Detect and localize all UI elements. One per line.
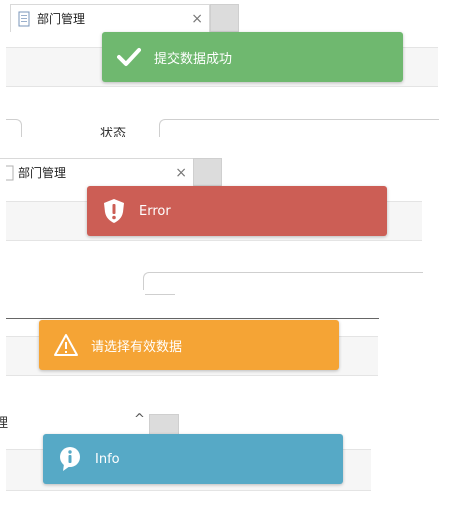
status-select[interactable]: [159, 119, 439, 137]
check-icon: [116, 44, 142, 70]
manage-label-fragment: 理: [0, 416, 9, 431]
toast-warning: 请选择有效数据: [39, 320, 339, 370]
tab-label: 部门管理: [37, 12, 86, 26]
toast-message: Info: [95, 451, 120, 467]
tab-department-management-2[interactable]: 部门管理 ×: [0, 158, 194, 186]
shield-exclamation-icon: [101, 198, 127, 224]
toast-success: 提交数据成功: [102, 32, 403, 82]
tab-label: 部门管理: [18, 166, 67, 180]
tab-scroll-button[interactable]: [149, 414, 179, 434]
input-field[interactable]: [143, 272, 423, 290]
caret-icon: ^: [134, 412, 145, 427]
divider: [145, 294, 175, 295]
warning-triangle-icon: [53, 332, 79, 358]
tab-close-icon[interactable]: ×: [191, 11, 203, 27]
toast-message: 请选择有效数据: [91, 339, 183, 355]
divider: [6, 318, 379, 319]
info-speech-icon: [57, 446, 83, 472]
document-icon: [6, 165, 14, 181]
tab-close-icon[interactable]: ×: [175, 165, 187, 181]
tab-department-management[interactable]: 部门管理 ×: [10, 4, 210, 32]
toast-message: 提交数据成功: [154, 51, 233, 67]
tab-scroll-button[interactable]: [193, 158, 222, 186]
document-icon: [17, 11, 33, 27]
form-field-left[interactable]: [6, 119, 22, 137]
tab-scroll-button[interactable]: [210, 4, 239, 32]
toast-message: Error: [139, 203, 171, 219]
status-label-fragment: 状态: [100, 127, 127, 137]
toast-error: Error: [87, 186, 387, 236]
toast-info: Info: [43, 434, 343, 484]
